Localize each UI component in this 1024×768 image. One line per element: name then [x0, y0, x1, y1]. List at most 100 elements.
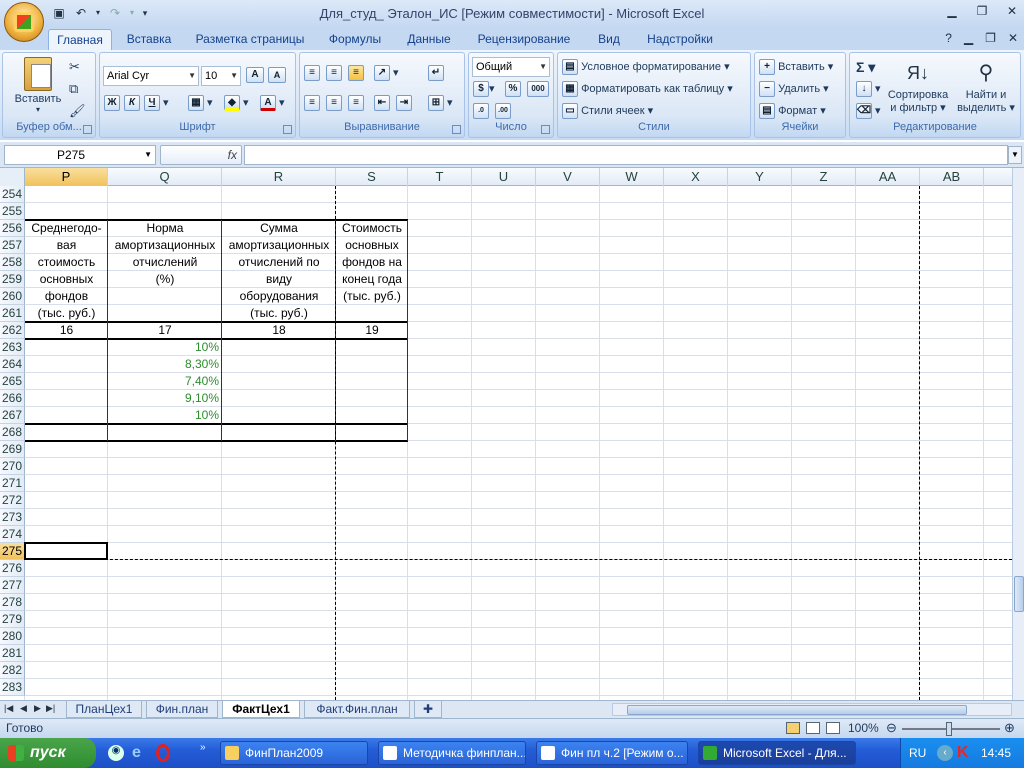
next-sheet-icon[interactable]: ▶ [34, 703, 41, 714]
taskbar-item-finplan2009[interactable]: ФинПлан2009 [220, 741, 368, 765]
language-indicator[interactable]: RU [909, 738, 926, 768]
horizontal-scroll-thumb[interactable] [627, 705, 967, 715]
zoom-level[interactable]: 100% [848, 721, 879, 735]
italic-button[interactable]: К [124, 95, 140, 111]
quicklaunch-icon-1[interactable]: ◉ [108, 745, 124, 761]
decrease-decimal-button[interactable]: .00 [495, 103, 511, 119]
row-header-269[interactable]: 269 [0, 441, 25, 458]
align-middle-button[interactable]: ≡ [326, 65, 342, 81]
tab-data[interactable]: Данные [398, 29, 460, 50]
restore-icon[interactable]: ❐ [974, 4, 990, 18]
autosum-button[interactable]: Σ ▾ [856, 59, 875, 76]
row-header-274[interactable]: 274 [0, 526, 25, 543]
align-top-button[interactable]: ≡ [304, 65, 320, 81]
row-header-259[interactable]: 259 [0, 271, 25, 288]
tray-arrow-icon[interactable]: ‹ [937, 745, 953, 761]
row-header-268[interactable]: 268 [0, 424, 25, 441]
row-header-258[interactable]: 258 [0, 254, 25, 271]
close-icon[interactable]: ✕ [1004, 4, 1020, 18]
office-button[interactable] [4, 2, 44, 42]
shrink-font-button[interactable]: A [268, 67, 286, 83]
doc-minimize-icon[interactable]: ▁ [964, 31, 973, 45]
column-header-z[interactable]: Z [792, 168, 856, 186]
row-header-273[interactable]: 273 [0, 509, 25, 526]
comma-button[interactable]: 000 [527, 81, 549, 97]
column-header-w[interactable]: W [600, 168, 664, 186]
row-header-256[interactable]: 256 [0, 220, 25, 237]
column-header-s[interactable]: S [336, 168, 408, 186]
sheet-tab-fin-plan[interactable]: Фин.план [146, 701, 218, 718]
column-header-x[interactable]: X [664, 168, 728, 186]
taskbar-item-excel[interactable]: Microsoft Excel - Для... [698, 741, 856, 765]
row-header-270[interactable]: 270 [0, 458, 25, 475]
column-header-y[interactable]: Y [728, 168, 792, 186]
number-format-combo[interactable]: Общий ▼ [472, 57, 550, 77]
tab-formulas[interactable]: Формулы [320, 29, 390, 50]
column-header-aa[interactable]: AA [856, 168, 920, 186]
delete-cells-button[interactable]: − Удалить ▾ [759, 81, 829, 97]
formula-input[interactable] [244, 145, 1008, 165]
page-layout-view-icon[interactable] [806, 722, 820, 734]
column-header-ab[interactable]: AB [920, 168, 984, 186]
row-header-264[interactable]: 264 [0, 356, 25, 373]
align-bottom-button[interactable]: ≡ [348, 65, 364, 81]
orientation-button[interactable]: ↗ ▾ [374, 65, 399, 81]
cut-icon[interactable]: ✂ [69, 59, 80, 75]
format-cells-button[interactable]: ▤ Формат ▾ [759, 103, 826, 119]
first-sheet-icon[interactable]: |◀ [4, 703, 13, 714]
row-header-266[interactable]: 266 [0, 390, 25, 407]
row-header-267[interactable]: 267 [0, 407, 25, 424]
copy-icon[interactable]: ⧉ [69, 81, 78, 97]
select-all-corner[interactable] [0, 168, 25, 186]
row-header-257[interactable]: 257 [0, 237, 25, 254]
align-right-button[interactable]: ≡ [348, 95, 364, 111]
row-header-271[interactable]: 271 [0, 475, 25, 492]
align-left-button[interactable]: ≡ [304, 95, 320, 111]
font-color-button[interactable]: A ▾ [260, 95, 285, 111]
tab-review[interactable]: Рецензирование [468, 29, 580, 50]
bold-button[interactable]: Ж [104, 95, 120, 111]
row-header-282[interactable]: 282 [0, 662, 25, 679]
column-header-u[interactable]: U [472, 168, 536, 186]
format-as-table-button[interactable]: ▦ Форматировать как таблицу ▾ [562, 81, 733, 97]
row-header-275[interactable]: 275 [0, 543, 25, 560]
column-header-t[interactable]: T [408, 168, 472, 186]
taskbar-item-fin-pl[interactable]: Фин пл ч.2 [Режим о... [536, 741, 688, 765]
taskbar-item-metodichka[interactable]: Методичка финплан... [378, 741, 526, 765]
currency-button[interactable]: $ ▾ [473, 81, 495, 97]
opera-icon[interactable] [156, 744, 170, 762]
name-box[interactable]: P275 ▼ [4, 145, 156, 165]
row-header-265[interactable]: 265 [0, 373, 25, 390]
row-header-272[interactable]: 272 [0, 492, 25, 509]
fill-color-button[interactable]: ◆ ▾ [224, 95, 249, 111]
row-header-263[interactable]: 263 [0, 339, 25, 356]
conditional-formatting-button[interactable]: ▤ Условное форматирование ▾ [562, 59, 730, 75]
help-icon[interactable]: ? [945, 31, 952, 45]
grow-font-button[interactable]: A [246, 67, 264, 83]
row-header-278[interactable]: 278 [0, 594, 25, 611]
tab-page-layout[interactable]: Разметка страницы [188, 29, 312, 50]
start-button[interactable]: пуск [0, 738, 96, 768]
minimize-icon[interactable]: ▁ [944, 4, 960, 18]
sheet-tab-fakt-fin-plan[interactable]: Факт.Фин.план [304, 701, 410, 718]
doc-close-icon[interactable]: ✕ [1008, 31, 1018, 45]
tab-insert[interactable]: Вставка [118, 29, 180, 50]
percent-button[interactable]: % [505, 81, 521, 97]
vertical-scroll-thumb[interactable] [1014, 576, 1024, 612]
alignment-launcher-icon[interactable] [452, 125, 461, 134]
row-header-262[interactable]: 262 [0, 322, 25, 339]
row-header-277[interactable]: 277 [0, 577, 25, 594]
tab-view[interactable]: Вид [588, 29, 630, 50]
prev-sheet-icon[interactable]: ◀ [20, 703, 27, 714]
row-header-260[interactable]: 260 [0, 288, 25, 305]
selected-cell[interactable] [24, 542, 108, 560]
antivirus-icon[interactable]: K [957, 738, 969, 768]
column-header-r[interactable]: R [222, 168, 336, 186]
row-header-261[interactable]: 261 [0, 305, 25, 322]
tab-addins[interactable]: Надстройки [638, 29, 722, 50]
page-break-view-icon[interactable] [826, 722, 840, 734]
wrap-text-button[interactable]: ↵ [428, 65, 444, 81]
row-header-280[interactable]: 280 [0, 628, 25, 645]
sort-filter-button[interactable]: Я↓ Сортировка и фильтр ▾ [886, 59, 950, 115]
decrease-indent-button[interactable]: ⇤ [374, 95, 390, 111]
